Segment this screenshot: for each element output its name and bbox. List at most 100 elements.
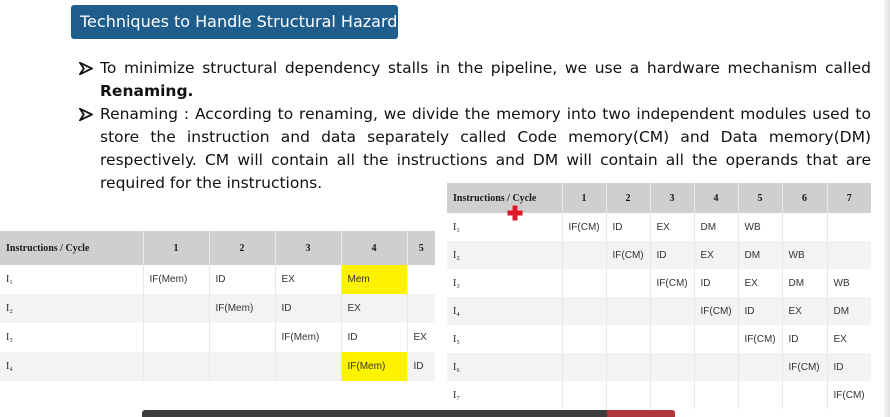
table-cell bbox=[209, 352, 276, 381]
table-row: I₂ IF(Mem) ID EX bbox=[0, 294, 435, 323]
table-cell bbox=[606, 297, 651, 325]
header-cell: 1 bbox=[143, 231, 210, 265]
header-cell: Instructions / Cycle bbox=[447, 183, 563, 213]
table-cell bbox=[275, 352, 342, 381]
table-cell: EX bbox=[413, 332, 427, 343]
table-cell: ID bbox=[407, 352, 435, 381]
table-cell: ID bbox=[209, 265, 276, 294]
table-row: I₇ IF(CM) bbox=[447, 381, 871, 409]
table-cell: ID bbox=[650, 241, 695, 269]
row-label: I₃ bbox=[447, 269, 563, 297]
table-cell: WB bbox=[782, 241, 828, 269]
video-control-bar[interactable] bbox=[142, 410, 675, 417]
medical-cross-icon bbox=[507, 205, 523, 221]
table-cell bbox=[562, 381, 607, 409]
table-cell bbox=[143, 323, 210, 352]
table-cell bbox=[650, 381, 695, 409]
table-row: I₄ IF(Mem) ID bbox=[0, 352, 435, 381]
row-label: I₆ bbox=[447, 353, 563, 381]
table-cell: IF(CM) bbox=[833, 389, 865, 401]
table-cell: IF(CM) bbox=[650, 269, 695, 297]
bullet-1-text: To minimize structural dependency stalls… bbox=[100, 59, 871, 77]
table-cell bbox=[562, 353, 607, 381]
table-cell: ID bbox=[827, 353, 871, 381]
arrow-bullet-icon bbox=[79, 62, 93, 75]
table-cell bbox=[143, 352, 210, 381]
table-row: I₆ IF(CM) ID bbox=[447, 353, 871, 381]
table-cell bbox=[738, 381, 783, 409]
row-label: I₅ bbox=[447, 325, 563, 353]
table-row: I₃ IF(CM) ID EX DM WB bbox=[447, 269, 871, 297]
table-cell bbox=[562, 325, 607, 353]
table-cell bbox=[694, 381, 739, 409]
table-cell bbox=[562, 241, 607, 269]
header-cell: Instructions / Cycle bbox=[0, 231, 144, 265]
bullet-item-2: Renaming : According to renaming, we div… bbox=[79, 103, 871, 195]
table-cell: IF(Mem) bbox=[143, 265, 210, 294]
table-cell: WB bbox=[738, 213, 783, 241]
table-cell: ID bbox=[782, 325, 828, 353]
pipeline-table-memory: Instructions / Cycle 1 2 3 4 5 I₁ IF(Mem… bbox=[0, 231, 435, 381]
table-cell bbox=[562, 269, 607, 297]
table-cell: EX bbox=[275, 265, 342, 294]
header-cell: 2 bbox=[606, 183, 651, 213]
table-cell bbox=[650, 353, 695, 381]
slide-title: Techniques to Handle Structural Hazard bbox=[71, 5, 398, 39]
table-cell: IF(CM) bbox=[606, 241, 651, 269]
table-row: I₄ IF(CM) ID EX DM bbox=[447, 297, 871, 325]
header-cell: 3 bbox=[275, 231, 342, 265]
table-cell bbox=[606, 325, 651, 353]
header-cell: 5 bbox=[407, 231, 435, 265]
table-cell: ID bbox=[341, 323, 408, 352]
row-label: I₁ bbox=[447, 213, 563, 241]
table-cell: DM bbox=[694, 213, 739, 241]
table-cell: IF(CM) bbox=[738, 325, 783, 353]
table-cell: IF(Mem) bbox=[209, 294, 276, 323]
table-cell: ID bbox=[275, 294, 342, 323]
table-cell bbox=[606, 381, 651, 409]
table-cell: EX bbox=[738, 269, 783, 297]
highlighted-cell: Mem bbox=[341, 265, 408, 294]
table-cell: EX bbox=[833, 333, 847, 345]
table-row: I₂ IF(CM) ID EX DM WB bbox=[447, 241, 871, 269]
bullet-item-1: To minimize structural dependency stalls… bbox=[79, 57, 871, 103]
table-cell: EX bbox=[782, 297, 828, 325]
header-cell: 4 bbox=[341, 231, 408, 265]
table-cell bbox=[694, 325, 739, 353]
table-header-row: Instructions / Cycle 1 2 3 4 5 bbox=[0, 231, 435, 265]
row-label: I₁ bbox=[0, 265, 144, 294]
row-label: I₄ bbox=[447, 297, 563, 325]
table-cell bbox=[650, 325, 695, 353]
table-cell bbox=[407, 294, 435, 323]
header-cell: 6 bbox=[782, 183, 828, 213]
table-cell bbox=[827, 213, 871, 241]
table-cell bbox=[407, 265, 435, 294]
arrow-bullet-icon bbox=[79, 108, 93, 121]
slide-edge bbox=[884, 0, 890, 417]
row-label: I₃ bbox=[0, 323, 144, 352]
table-cell: ID bbox=[738, 297, 783, 325]
table-cell bbox=[209, 323, 276, 352]
table-cell: DM bbox=[738, 241, 783, 269]
table-row: I₁ IF(Mem) ID EX Mem bbox=[0, 265, 435, 294]
table-row: I₅ IF(CM) ID EX bbox=[447, 325, 871, 353]
table-cell: WB bbox=[833, 277, 850, 289]
table-cell bbox=[782, 381, 828, 409]
table-cell: EX bbox=[650, 213, 695, 241]
header-cell: 7 bbox=[827, 183, 871, 213]
control-bar-segment[interactable] bbox=[607, 410, 675, 417]
row-label: I₇ bbox=[447, 381, 563, 409]
table-cell: EX bbox=[694, 241, 739, 269]
header-cell: 3 bbox=[650, 183, 695, 213]
bullet-2-text: Renaming : According to renaming, we div… bbox=[100, 105, 871, 192]
header-cell: 4 bbox=[694, 183, 739, 213]
table-cell: DM bbox=[827, 297, 871, 325]
row-label: I₄ bbox=[0, 352, 144, 381]
table-cell bbox=[650, 297, 695, 325]
table-row: I₃ IF(Mem) ID EX bbox=[0, 323, 435, 352]
header-cell: 1 bbox=[562, 183, 607, 213]
table-cell: IF(CM) bbox=[562, 213, 607, 241]
table-cell bbox=[562, 297, 607, 325]
bullet-list: To minimize structural dependency stalls… bbox=[79, 57, 871, 195]
table-cell bbox=[606, 353, 651, 381]
